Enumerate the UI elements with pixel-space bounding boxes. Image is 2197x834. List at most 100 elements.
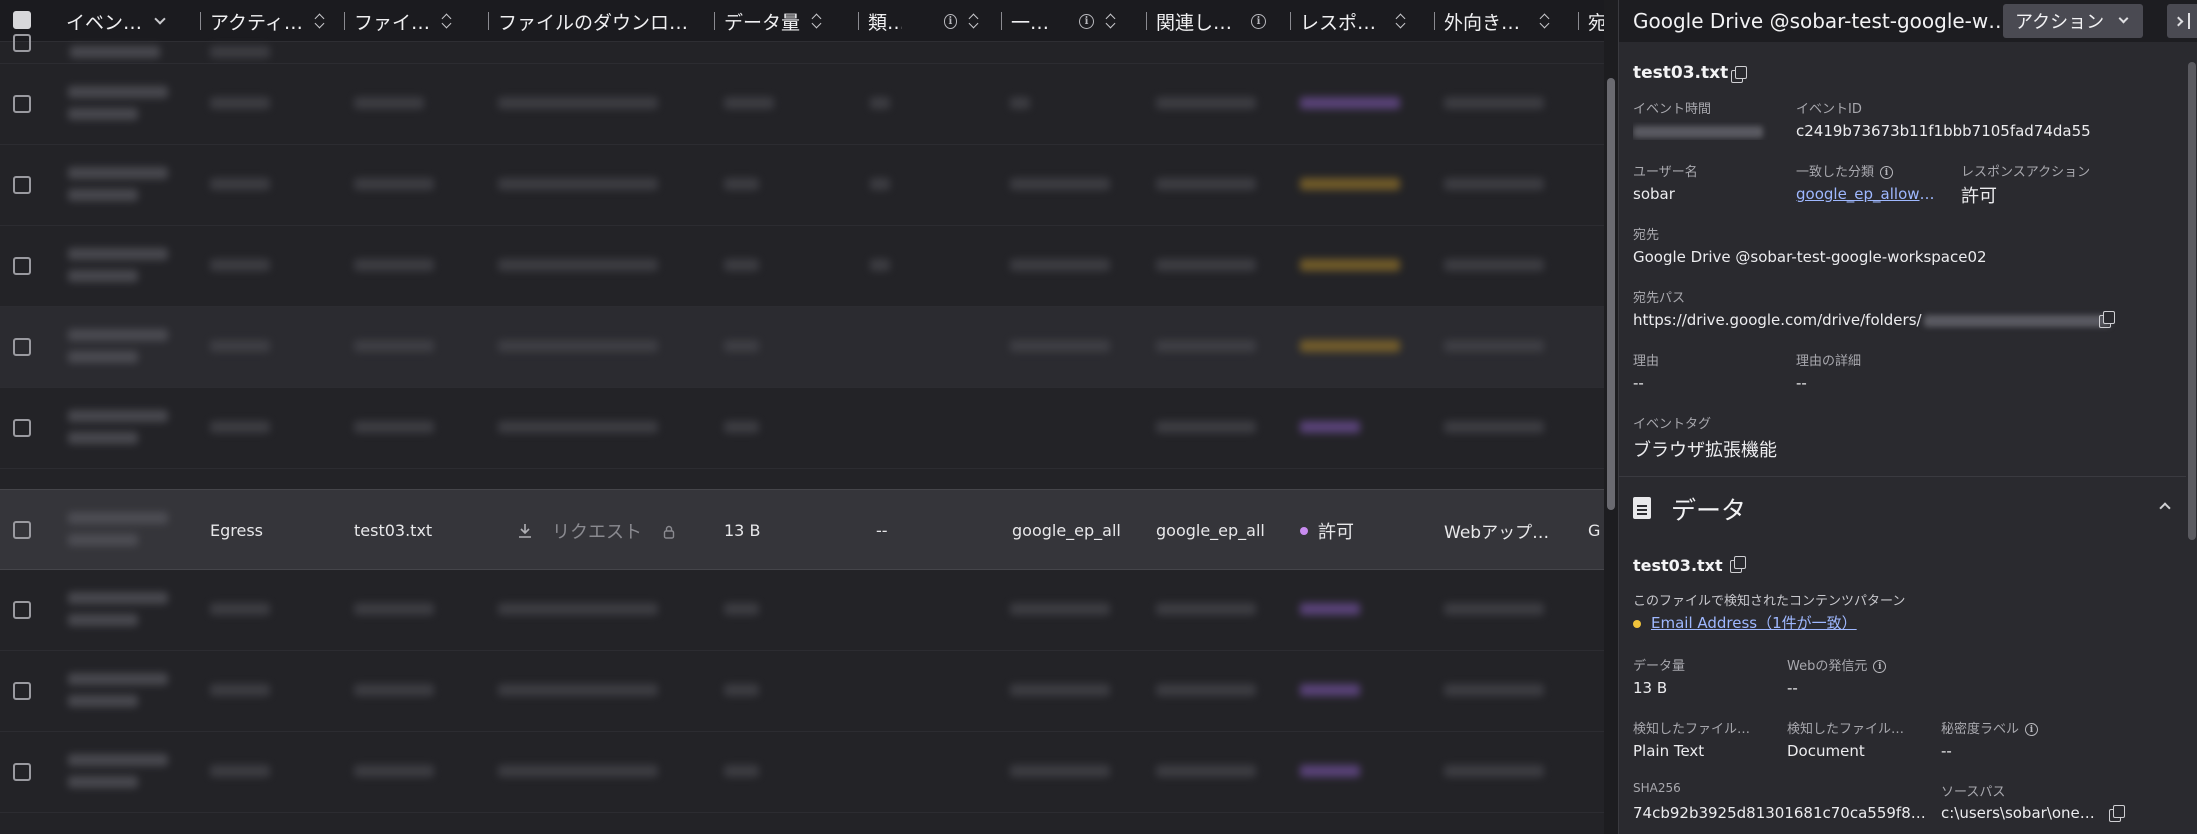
column-header-match[interactable]: 一… i (1001, 0, 1121, 42)
matched-class-link[interactable]: google_ep_allow_… (1796, 185, 1936, 203)
row-checkbox[interactable] (13, 176, 31, 194)
destination-value: Google Drive @sobar-test-google-workspac… (1633, 248, 1987, 266)
table-row[interactable] (0, 570, 1604, 651)
column-header-similar[interactable]: 類… i (858, 0, 978, 42)
row-checkbox[interactable] (13, 601, 31, 619)
sha256-value: 74cb92b3925d81301681c70ca559f800… (1633, 804, 1933, 822)
detail-panel-scrollbar[interactable] (2186, 42, 2197, 834)
row-checkbox[interactable] (13, 95, 31, 113)
lock-icon (662, 524, 676, 539)
detail-panel: Google Drive @sobar-test-google-works… ア… (1618, 0, 2197, 834)
row-checkbox[interactable] (13, 682, 31, 700)
row-checkbox[interactable] (13, 419, 31, 437)
data-section-header[interactable]: データ (1619, 476, 2186, 534)
column-divider[interactable] (858, 12, 859, 30)
select-all-checkbox[interactable] (13, 11, 31, 29)
download-icon[interactable] (516, 522, 534, 540)
reason-value: -- (1633, 374, 1644, 392)
event-tag-value: ブラウザ拡張機能 (1633, 440, 1777, 461)
detected-file-type-label: 検知したファイル… (1633, 722, 1751, 737)
sort-icon[interactable] (1106, 13, 1116, 29)
data-file-name: test03.txt (1633, 556, 1723, 575)
event-tag-label: イベントタグ (1633, 417, 1712, 432)
event-id-value: c2419b73673b11f1bbb7105fad74da55 (1796, 122, 2091, 140)
info-icon[interactable]: i (1251, 13, 1266, 29)
column-divider[interactable] (1290, 12, 1291, 30)
events-table: イベン… アクティ… ファイ… ファイルのダウンロ… データ量 類 i 一… i… (0, 0, 1604, 834)
chevron-down-icon (2118, 13, 2129, 24)
copy-icon[interactable] (1730, 556, 1746, 573)
row-checkbox[interactable] (13, 34, 31, 52)
cell-related: google_ep_all… (1156, 521, 1266, 540)
column-divider[interactable] (1146, 12, 1147, 30)
info-icon[interactable]: i (1079, 13, 1095, 29)
table-row[interactable] (0, 145, 1604, 226)
table-row[interactable] (0, 732, 1604, 813)
column-header-file[interactable]: ファイ… (344, 0, 464, 42)
table-row[interactable] (0, 307, 1604, 388)
destination-label: 宛先 (1633, 228, 1660, 243)
info-icon[interactable]: i (943, 13, 958, 29)
column-divider[interactable] (344, 12, 345, 30)
copy-icon[interactable] (2109, 805, 2125, 822)
file-name: test03.txt (1633, 63, 1729, 83)
status-dot (1300, 526, 1308, 535)
table-scrollbar[interactable] (1604, 0, 1618, 834)
column-header-related[interactable]: 関連し… i (1146, 0, 1266, 42)
column-header-response[interactable]: レスポ… (1290, 0, 1410, 42)
sort-icon[interactable] (315, 13, 325, 29)
sort-icon[interactable] (812, 13, 822, 29)
event-time-label: イベント時間 (1633, 102, 1712, 117)
table-row[interactable] (0, 651, 1604, 732)
column-divider[interactable] (200, 12, 201, 30)
column-header-activity[interactable]: アクティ… (200, 0, 345, 42)
table-row[interactable] (0, 388, 1604, 469)
column-header-event[interactable]: イベン… (66, 0, 196, 42)
copy-icon[interactable] (1731, 66, 1747, 83)
chevron-down-icon[interactable] (154, 12, 166, 25)
data-size-label: データ量 (1633, 659, 1686, 674)
row-checkbox[interactable] (13, 257, 31, 275)
request-label: リクエスト (552, 521, 642, 543)
content-pattern-link[interactable]: Email Address（1件が一致） (1651, 614, 1857, 632)
column-header-outbound[interactable]: 外向き… (1434, 0, 1554, 42)
content-pattern-row: Email Address（1件が一致） (1633, 612, 2033, 633)
action-button[interactable]: アクション (2003, 4, 2143, 38)
row-checkbox[interactable] (13, 763, 31, 781)
cell-outbound: Webアップ… (1444, 523, 1550, 543)
table-row[interactable] (0, 64, 1604, 145)
cell-file: test03.txt (354, 521, 433, 540)
cell-data-size: 13 B (724, 521, 761, 540)
collapse-panel-button[interactable] (2167, 4, 2197, 38)
row-checkbox[interactable] (13, 521, 31, 539)
column-header-data-size[interactable]: データ量 (714, 0, 829, 42)
redacted-row-content (40, 64, 1604, 145)
redacted-row-content (40, 145, 1604, 226)
sensitivity-label-label: 秘密度ラベル i (1941, 718, 2039, 737)
column-divider[interactable] (1434, 12, 1435, 30)
sort-icon[interactable] (1396, 13, 1406, 29)
reason-detail-label: 理由の詳細 (1796, 354, 1862, 369)
sort-icon[interactable] (969, 13, 978, 29)
table-row[interactable] (0, 226, 1604, 307)
row-checkbox[interactable] (13, 338, 31, 356)
chevron-up-icon[interactable] (2159, 502, 2171, 514)
sort-icon[interactable] (1540, 13, 1550, 29)
table-row-selected[interactable]: Egress test03.txt リクエスト 13 B -- google_e… (0, 489, 1604, 570)
info-icon[interactable]: i (1880, 166, 1894, 179)
column-divider[interactable] (1578, 12, 1579, 30)
column-header-destination[interactable]: 宛 (1578, 0, 1604, 42)
column-divider[interactable] (714, 12, 715, 30)
app: イベン… アクティ… ファイ… ファイルのダウンロ… データ量 類 i 一… i… (0, 0, 2197, 834)
table-scrollbar-thumb[interactable] (1607, 78, 1615, 510)
sort-icon[interactable] (442, 13, 452, 29)
column-header-file-download[interactable]: ファイルのダウンロ… (488, 0, 703, 42)
info-icon[interactable]: i (1873, 660, 1887, 673)
column-divider[interactable] (1001, 12, 1002, 30)
detected-file-category-value: Document (1787, 742, 1865, 760)
column-divider[interactable] (488, 12, 489, 30)
copy-icon[interactable] (2099, 311, 2115, 328)
info-icon[interactable]: i (2025, 723, 2039, 736)
table-row[interactable] (0, 34, 1604, 64)
detail-panel-scrollbar-thumb[interactable] (2188, 62, 2196, 540)
